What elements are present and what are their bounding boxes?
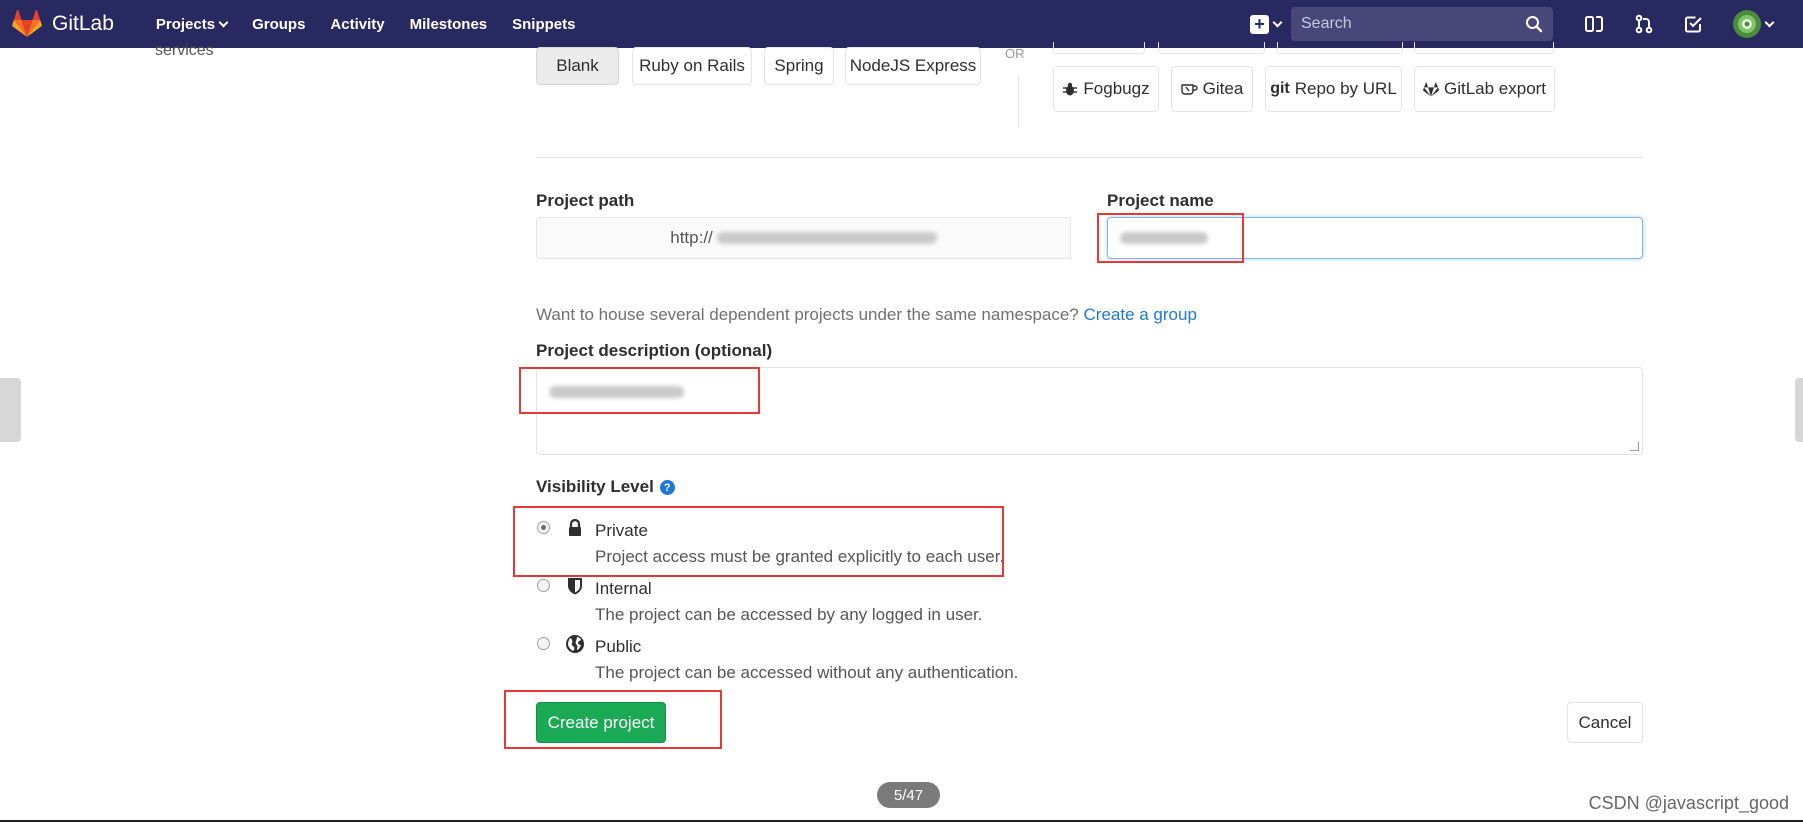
annotation-box-create-project: [504, 690, 722, 749]
globe-icon: [566, 635, 584, 653]
chevron-down-icon: [218, 17, 229, 27]
create-group-link[interactable]: Create a group: [1084, 305, 1197, 324]
visibility-internal-title: Internal: [595, 579, 652, 598]
nav-right: +: [1250, 0, 1803, 48]
import-fogbugz-button[interactable]: Fogbugz: [1053, 66, 1159, 112]
section-divider: [536, 157, 1643, 158]
search-box: [1291, 7, 1553, 41]
issues-board-icon[interactable]: [1583, 13, 1605, 35]
top-navbar: GitLab Projects Groups Activity Mileston…: [0, 0, 1803, 48]
nav-projects[interactable]: Projects: [155, 15, 229, 33]
nav-snippets[interactable]: Snippets: [512, 16, 575, 33]
or-separator: OR: [1005, 46, 1025, 61]
user-menu[interactable]: [1733, 10, 1775, 38]
import-gitlab-export-label: GitLab export: [1443, 79, 1547, 98]
visibility-internal-radio[interactable]: [537, 579, 550, 592]
import-button-hidden[interactable]: [1414, 42, 1554, 54]
search-input[interactable]: [1301, 15, 1525, 33]
annotation-box-project-name: [1097, 213, 1244, 263]
visibility-public-title: Public: [595, 637, 642, 656]
import-repo-by-url-label: Repo by URL: [1294, 79, 1397, 98]
visibility-public-radio[interactable]: [537, 637, 550, 650]
chevron-down-icon: [1764, 17, 1775, 27]
gitlab-logo-icon: [12, 10, 42, 37]
resize-handle[interactable]: [1630, 442, 1639, 451]
template-spring[interactable]: Spring: [764, 47, 834, 85]
sidebar-partial-text: services: [155, 42, 214, 59]
next-slide-tab[interactable]: [1795, 378, 1803, 442]
template-nodejs-express[interactable]: NodeJS Express: [845, 47, 981, 85]
prev-slide-tab[interactable]: [0, 378, 21, 442]
project-description-label: Project description (optional): [536, 341, 773, 360]
import-gitea-label: Gitea: [1202, 79, 1244, 98]
template-ruby-on-rails[interactable]: Ruby on Rails: [632, 47, 752, 85]
nav-milestones[interactable]: Milestones: [410, 16, 488, 33]
visibility-level-text: Visibility Level: [536, 477, 654, 496]
gitea-icon: [1180, 81, 1198, 97]
nav-groups[interactable]: Groups: [252, 16, 305, 33]
new-dropdown-button[interactable]: +: [1250, 14, 1283, 34]
watermark: CSDN @javascript_good: [1588, 793, 1789, 813]
nav-links: Projects Groups Activity Milestones Snip…: [156, 0, 601, 48]
page-indicator: 5/47: [877, 782, 940, 808]
import-fogbugz-label: Fogbugz: [1083, 79, 1150, 98]
group-hint-text: Want to house several dependent projects…: [536, 305, 1084, 324]
bug-icon: [1062, 81, 1078, 97]
plus-icon: +: [1250, 14, 1269, 34]
project-name-label: Project name: [1107, 191, 1214, 210]
visibility-public-desc: The project can be accessed without any …: [595, 663, 1019, 682]
import-button-hidden[interactable]: [1053, 42, 1145, 54]
question-circle-icon[interactable]: ?: [659, 480, 675, 496]
merge-request-icon[interactable]: [1633, 13, 1655, 35]
template-blank[interactable]: Blank: [536, 47, 619, 85]
import-gitlab-export-button[interactable]: GitLab export: [1414, 66, 1555, 112]
shield-icon: [568, 578, 582, 595]
visibility-level-label: Visibility Level?: [536, 477, 675, 497]
todos-icon[interactable]: [1683, 13, 1705, 35]
nav-activity[interactable]: Activity: [330, 16, 384, 33]
nav-projects-label: Projects: [155, 15, 216, 33]
project-path-label: Project path: [536, 191, 635, 210]
or-divider: [1018, 76, 1019, 128]
import-repo-by-url-button[interactable]: git Repo by URL: [1265, 66, 1402, 112]
chevron-down-icon: [1272, 17, 1283, 27]
visibility-internal-desc: The project can be accessed by any logge…: [595, 605, 983, 624]
search-icon: [1526, 16, 1543, 33]
annotation-box-description: [519, 367, 760, 414]
import-button-hidden[interactable]: [1277, 42, 1403, 54]
avatar: [1733, 10, 1761, 38]
redacted-text: [716, 232, 937, 244]
group-hint: Want to house several dependent projects…: [536, 305, 1197, 325]
brand-name: GitLab: [52, 12, 114, 35]
git-icon: git: [1270, 80, 1290, 97]
project-path-value: http://: [670, 228, 713, 247]
project-path-field: http://: [536, 217, 1071, 259]
cancel-button[interactable]: Cancel: [1567, 702, 1643, 743]
gitlab-icon: [1423, 81, 1439, 97]
annotation-box-visibility-private: [513, 506, 1004, 577]
brand[interactable]: GitLab: [12, 0, 114, 48]
import-gitea-button[interactable]: Gitea: [1171, 66, 1253, 112]
import-button-hidden[interactable]: [1158, 42, 1265, 54]
